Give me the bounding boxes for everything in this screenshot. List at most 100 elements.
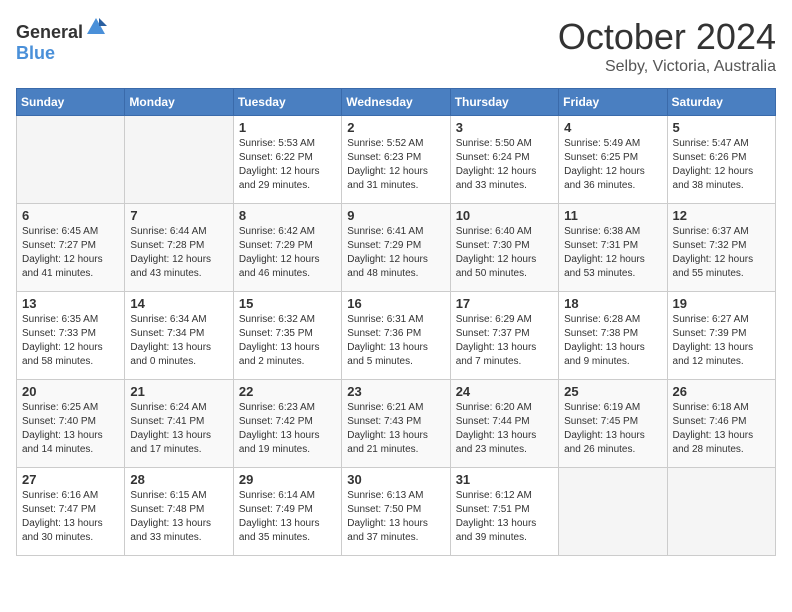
sunset-text: Sunset: 6:23 PM	[347, 152, 421, 163]
cell-info: Sunrise: 6:40 AMSunset: 7:30 PMDaylight:…	[456, 225, 553, 281]
day-number: 22	[239, 384, 336, 399]
day-number: 7	[130, 208, 227, 223]
day-number: 20	[22, 384, 119, 399]
logo: General Blue	[16, 16, 107, 64]
sunset-text: Sunset: 7:51 PM	[456, 504, 530, 515]
calendar-cell: 11Sunrise: 6:38 AMSunset: 7:31 PMDayligh…	[559, 204, 667, 292]
day-number: 25	[564, 384, 661, 399]
cell-info: Sunrise: 6:42 AMSunset: 7:29 PMDaylight:…	[239, 225, 336, 281]
daylight-text: Daylight: 13 hours and 28 minutes.	[673, 430, 754, 455]
calendar-week-row: 13 Sunrise: 6:35 AMSunset: 7:33 PMDayligh…	[17, 292, 776, 380]
daylight-text: Daylight: 13 hours and 37 minutes.	[347, 518, 428, 543]
daylight-text: Daylight: 13 hours and 23 minutes.	[456, 430, 537, 455]
sunset-text: Sunset: 7:44 PM	[456, 416, 530, 427]
daylight-text: Daylight: 12 hours and 58 minutes.	[22, 342, 103, 367]
sunrise-text: Sunrise: 6:42 AM	[239, 226, 315, 237]
sunrise-text: Sunrise: 6:24 AM	[130, 402, 206, 413]
calendar-cell: 17 Sunrise: 6:29 AMSunset: 7:37 PMDayligh…	[450, 292, 558, 380]
day-number: 29	[239, 472, 336, 487]
cell-info: Sunrise: 5:49 AMSunset: 6:25 PMDaylight:…	[564, 137, 661, 193]
cell-info: Sunrise: 6:15 AMSunset: 7:48 PMDaylight:…	[130, 489, 227, 545]
calendar-cell: 6Sunrise: 6:45 AMSunset: 7:27 PMDaylight…	[17, 204, 125, 292]
sunset-text: Sunset: 7:36 PM	[347, 328, 421, 339]
sunrise-text: Sunrise: 6:14 AM	[239, 490, 315, 501]
calendar-cell	[17, 116, 125, 204]
header-saturday: Saturday	[667, 89, 775, 116]
calendar-cell	[559, 468, 667, 556]
calendar-cell: 22Sunrise: 6:23 AMSunset: 7:42 PMDayligh…	[233, 380, 341, 468]
sunrise-text: Sunrise: 6:18 AM	[673, 402, 749, 413]
cell-info: Sunrise: 6:31 AMSunset: 7:36 PMDaylight:…	[347, 313, 444, 369]
cell-info: Sunrise: 6:13 AMSunset: 7:50 PMDaylight:…	[347, 489, 444, 545]
calendar-cell: 24Sunrise: 6:20 AMSunset: 7:44 PMDayligh…	[450, 380, 558, 468]
sunrise-text: Sunrise: 6:16 AM	[22, 490, 98, 501]
cell-info: Sunrise: 6:29 AMSunset: 7:37 PMDaylight:…	[456, 313, 553, 369]
calendar-cell: 16Sunrise: 6:31 AMSunset: 7:36 PMDayligh…	[342, 292, 450, 380]
sunset-text: Sunset: 7:40 PM	[22, 416, 96, 427]
sunrise-text: Sunrise: 5:50 AM	[456, 138, 532, 149]
cell-info: Sunrise: 6:14 AM Sunset: 7:49 PM Daylight:…	[239, 489, 336, 545]
day-number: 18	[564, 296, 661, 311]
daylight-text: Daylight: 12 hours and 46 minutes.	[239, 254, 320, 279]
title-block: October 2024 Selby, Victoria, Australia	[558, 16, 776, 76]
cell-info: Sunrise: 6:21 AMSunset: 7:43 PMDaylight:…	[347, 401, 444, 457]
sunset-text: Sunset: 7:37 PM	[456, 328, 530, 339]
sunset-text: Sunset: 6:26 PM	[673, 152, 747, 163]
sunset-text: Sunset: 7:46 PM	[673, 416, 747, 427]
calendar-cell: 9Sunrise: 6:41 AMSunset: 7:29 PMDaylight…	[342, 204, 450, 292]
sunrise-text: Sunrise: 6:45 AM	[22, 226, 98, 237]
day-number: 24	[456, 384, 553, 399]
day-number: 27	[22, 472, 119, 487]
daylight-text: Daylight: 12 hours and 48 minutes.	[347, 254, 428, 279]
header-friday: Friday	[559, 89, 667, 116]
day-number: 8	[239, 208, 336, 223]
calendar-cell	[125, 116, 233, 204]
day-number: 2	[347, 120, 444, 135]
sunrise-text: Sunrise: 6:23 AM	[239, 402, 315, 413]
daylight-text: Daylight: 12 hours and 31 minutes.	[347, 166, 428, 191]
logo-blue: Blue	[16, 43, 55, 63]
cell-info: Sunrise: 6:27 AMSunset: 7:39 PMDaylight:…	[673, 313, 770, 369]
day-number: 28	[130, 472, 227, 487]
sunset-text: Sunset: 7:30 PM	[456, 240, 530, 251]
calendar-cell: 18 Sunrise: 6:28 AMSunset: 7:38 PMDayligh…	[559, 292, 667, 380]
header-sunday: Sunday	[17, 89, 125, 116]
sunrise-text: Sunrise: 6:34 AM	[130, 314, 206, 325]
daylight-text: Daylight: 12 hours and 41 minutes.	[22, 254, 103, 279]
daylight-text: Daylight: 12 hours and 29 minutes.	[239, 166, 320, 191]
calendar-cell: 26Sunrise: 6:18 AMSunset: 7:46 PMDayligh…	[667, 380, 775, 468]
sunrise-text: Sunrise: 6:15 AM	[130, 490, 206, 501]
sunrise-text: Sunrise: 6:19 AM	[564, 402, 640, 413]
daylight-text: Daylight: 13 hours and 26 minutes.	[564, 430, 645, 455]
calendar-cell: 8 Sunrise: 6:42 AMSunset: 7:29 PMDaylight…	[233, 204, 341, 292]
header-wednesday: Wednesday	[342, 89, 450, 116]
cell-info: Sunrise: 6:28 AMSunset: 7:38 PMDaylight:…	[564, 313, 661, 369]
cell-info: Sunrise: 6:16 AMSunset: 7:47 PMDaylight:…	[22, 489, 119, 545]
sunset-text: Sunset: 7:49 PM	[239, 504, 313, 515]
daylight-text: Daylight: 13 hours and 35 minutes.	[239, 518, 320, 543]
day-number: 16	[347, 296, 444, 311]
daylight-text: Daylight: 12 hours and 36 minutes.	[564, 166, 645, 191]
day-number: 17	[456, 296, 553, 311]
sunset-text: Sunset: 7:34 PM	[130, 328, 204, 339]
day-number: 5	[673, 120, 770, 135]
cell-info: Sunrise: 6:35 AMSunset: 7:33 PMDaylight:…	[22, 313, 119, 369]
daylight-text: Daylight: 13 hours and 0 minutes.	[130, 342, 211, 367]
sunrise-text: Sunrise: 6:31 AM	[347, 314, 423, 325]
calendar-cell: 23 Sunrise: 6:21 AMSunset: 7:43 PMDayligh…	[342, 380, 450, 468]
sunrise-text: Sunrise: 6:44 AM	[130, 226, 206, 237]
calendar-cell: 12Sunrise: 6:37 AMSunset: 7:32 PMDayligh…	[667, 204, 775, 292]
daylight-text: Daylight: 13 hours and 33 minutes.	[130, 518, 211, 543]
day-number: 23	[347, 384, 444, 399]
sunset-text: Sunset: 7:42 PM	[239, 416, 313, 427]
sunrise-text: Sunrise: 6:25 AM	[22, 402, 98, 413]
daylight-text: Daylight: 13 hours and 21 minutes.	[347, 430, 428, 455]
day-number: 11	[564, 208, 661, 223]
daylight-text: Daylight: 12 hours and 33 minutes.	[456, 166, 537, 191]
day-number: 13	[22, 296, 119, 311]
page-header: General Blue October 2024 Selby, Victori…	[16, 16, 776, 76]
sunset-text: Sunset: 7:35 PM	[239, 328, 313, 339]
sunrise-text: Sunrise: 6:27 AM	[673, 314, 749, 325]
calendar-cell: 13 Sunrise: 6:35 AMSunset: 7:33 PMDayligh…	[17, 292, 125, 380]
cell-info: Sunrise: 6:41 AMSunset: 7:29 PMDaylight:…	[347, 225, 444, 281]
